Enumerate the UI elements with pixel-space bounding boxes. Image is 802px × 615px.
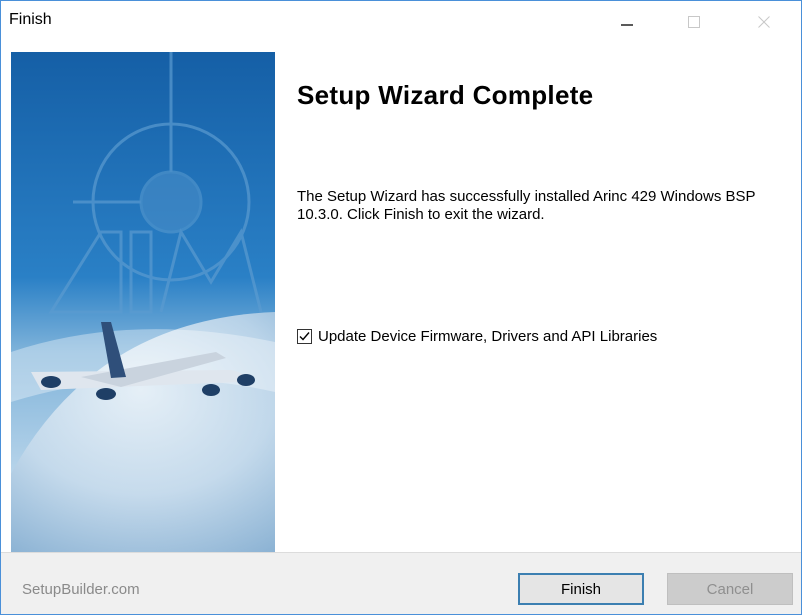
window-title: Finish — [9, 11, 52, 28]
setup-wizard-window: Finish Setup Wizard Complete The Setup W… — [0, 0, 802, 615]
minimize-icon — [621, 23, 633, 26]
wizard-content: Setup Wizard Complete The Setup Wizard h… — [276, 42, 801, 552]
checkmark-icon — [299, 332, 310, 341]
page-title: Setup Wizard Complete — [297, 80, 594, 110]
maximize-button — [671, 1, 717, 42]
airplane-banner-image — [11, 52, 275, 552]
close-icon — [758, 15, 770, 28]
finish-button[interactable]: Finish — [518, 573, 644, 605]
close-button — [741, 1, 787, 42]
minimize-button[interactable] — [604, 1, 650, 42]
wizard-footer: SetupBuilder.com Finish Cancel — [1, 552, 801, 614]
update-firmware-label[interactable]: Update Device Firmware, Drivers and API … — [318, 328, 657, 345]
update-firmware-option[interactable]: Update Device Firmware, Drivers and API … — [297, 328, 657, 345]
completion-message: The Setup Wizard has successfully instal… — [297, 188, 756, 223]
brand-label: SetupBuilder.com — [22, 581, 140, 598]
wizard-side-banner — [11, 52, 275, 552]
update-firmware-checkbox[interactable] — [297, 329, 312, 344]
maximize-icon — [688, 15, 700, 28]
cancel-button: Cancel — [667, 573, 793, 605]
title-bar[interactable]: Finish — [1, 1, 801, 42]
